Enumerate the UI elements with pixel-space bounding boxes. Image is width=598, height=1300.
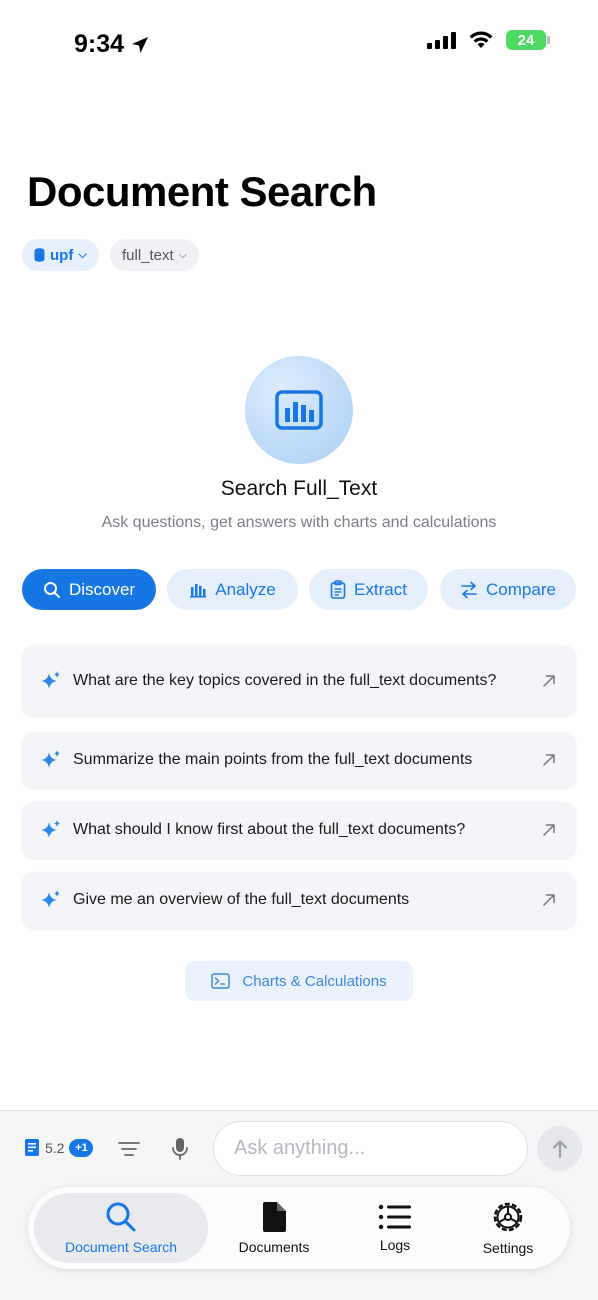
- tab-logs[interactable]: Logs: [346, 1193, 444, 1263]
- bar-chart-icon: [190, 583, 207, 597]
- model-selector[interactable]: 5.2 +1: [24, 1138, 94, 1157]
- page-title: Document Search: [27, 168, 377, 215]
- microphone-icon: [172, 1138, 188, 1160]
- mode-extract-label: Extract: [354, 579, 407, 599]
- mode-analyze-button[interactable]: Analyze: [167, 569, 298, 610]
- wifi-icon: [469, 31, 493, 48]
- sparkle-icon: [41, 750, 60, 768]
- filter-button[interactable]: [118, 1140, 140, 1163]
- status-indicators: 24: [427, 30, 550, 50]
- arrow-up-right-icon: [543, 894, 555, 906]
- ask-input[interactable]: [213, 1121, 528, 1176]
- tab-bar: Document Search Documents Logs Settings: [28, 1187, 570, 1269]
- mode-discover-label: Discover: [68, 579, 136, 599]
- suggestion-text: What should I know first about the full_…: [73, 821, 466, 838]
- attachment-count-badge: +1: [69, 1138, 94, 1157]
- mode-compare-button[interactable]: Compare: [440, 569, 576, 610]
- database-label: upf: [50, 246, 74, 264]
- mode-analyze-label: Analyze: [215, 579, 276, 599]
- suggestion-text: Give me an overview of the full_text doc…: [73, 891, 410, 908]
- list-icon: [378, 1204, 411, 1230]
- terminal-icon: [211, 973, 231, 989]
- battery-icon: 24: [506, 30, 550, 50]
- document-lines-icon: [25, 1139, 39, 1156]
- send-button[interactable]: [537, 1126, 582, 1171]
- filter-lines-icon: [118, 1142, 140, 1156]
- hero-illustration: [245, 356, 353, 464]
- tab-documents[interactable]: Documents: [218, 1193, 330, 1263]
- hero-subtitle: Ask questions, get answers with charts a…: [101, 514, 497, 531]
- swap-arrows-icon: [461, 581, 477, 598]
- collection-label: full_text: [122, 246, 174, 264]
- sparkle-icon: [41, 670, 60, 689]
- clipboard-icon: [330, 580, 346, 599]
- tab-documents-label: Documents: [238, 1239, 310, 1255]
- search-icon: [106, 1202, 136, 1232]
- arrow-up-right-icon: [543, 824, 555, 836]
- chevron-down-icon: ⌵: [78, 248, 87, 261]
- document-icon: [263, 1202, 286, 1232]
- status-time-text: 9:34: [74, 30, 125, 58]
- sparkle-icon: [41, 890, 60, 908]
- suggestion-item[interactable]: Give me an overview of the full_text doc…: [22, 872, 576, 928]
- tab-document-search[interactable]: Document Search: [34, 1193, 208, 1263]
- database-selector[interactable]: upf ⌵: [22, 239, 99, 271]
- hero-title: Search Full_Text: [220, 477, 378, 500]
- database-icon: [34, 248, 45, 262]
- chevron-down-icon: ⌵: [178, 248, 188, 261]
- suggestion-text: Summarize the main points from the full_…: [73, 751, 473, 768]
- battery-level: 24: [517, 31, 535, 49]
- tab-logs-label: Logs: [379, 1237, 411, 1253]
- sparkle-icon: [41, 820, 60, 838]
- collection-selector[interactable]: full_text ⌵: [110, 239, 200, 271]
- search-icon: [43, 581, 60, 598]
- arrow-up-right-icon: [543, 754, 555, 766]
- model-version: 5.2: [45, 1139, 65, 1156]
- bar-chart-icon: [275, 390, 323, 430]
- suggestion-item[interactable]: Summarize the main points from the full_…: [22, 732, 576, 788]
- charts-calculations-label: Charts & Calculations: [242, 972, 387, 990]
- charts-calculations-button[interactable]: Charts & Calculations: [185, 961, 413, 1001]
- suggestion-item[interactable]: What should I know first about the full_…: [22, 802, 576, 858]
- cellular-signal-icon: [427, 31, 456, 49]
- suggestion-item[interactable]: What are the key topics covered in the f…: [22, 645, 576, 716]
- tab-settings-label: Settings: [482, 1240, 534, 1256]
- tab-settings[interactable]: Settings: [456, 1193, 560, 1263]
- status-time: 9:34: [74, 30, 150, 59]
- arrow-up-right-icon: [543, 674, 555, 687]
- location-arrow-icon: [132, 36, 149, 53]
- suggestion-text: What are the key topics covered in the f…: [73, 671, 497, 689]
- arrow-up-icon: [552, 1139, 567, 1158]
- gear-icon: [493, 1202, 523, 1232]
- mode-compare-label: Compare: [486, 579, 556, 599]
- microphone-button[interactable]: [171, 1137, 189, 1166]
- mode-extract-button[interactable]: Extract: [309, 569, 428, 610]
- mode-discover-button[interactable]: Discover: [22, 569, 156, 610]
- tab-document-search-label: Document Search: [64, 1239, 178, 1255]
